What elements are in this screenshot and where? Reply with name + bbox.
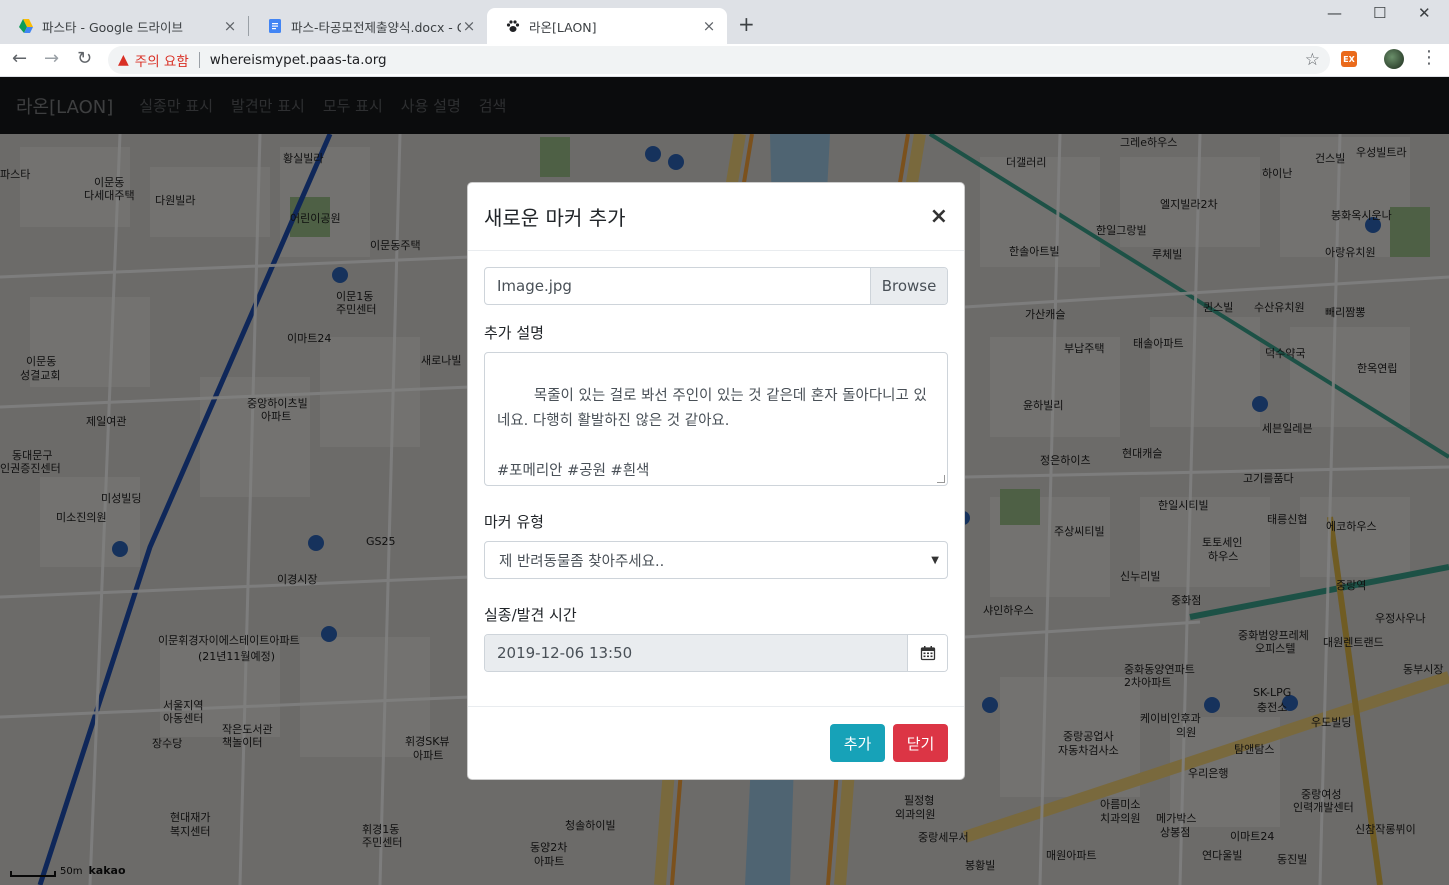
description-label: 추가 설명 [484, 324, 544, 342]
modal-footer: 추가 닫기 [468, 706, 964, 779]
browse-button[interactable]: Browse [870, 268, 947, 304]
tab-close-icon[interactable]: × [461, 17, 477, 35]
close-button[interactable]: 닫기 [893, 724, 948, 762]
marker-type-selected: 제 반려동물좀 찾아주세요.. [499, 553, 665, 570]
tab-google-drive[interactable]: 파스타 - Google 드라이브 × [0, 8, 248, 44]
minimize-button[interactable]: — [1327, 4, 1342, 22]
paw-icon [506, 20, 520, 32]
tab-title: 라온[LAON] [529, 19, 597, 35]
warning-icon: ▲ [118, 52, 129, 68]
forward-button[interactable]: → [44, 49, 59, 69]
calendar-icon [920, 646, 935, 661]
reload-button[interactable]: ↻ [77, 49, 92, 69]
security-warning[interactable]: 주의 요함 [135, 50, 189, 70]
chevron-down-icon: ▼ [931, 554, 939, 566]
marker-type-label: 마커 유형 [484, 513, 544, 531]
window-close-button[interactable]: ✕ [1418, 4, 1431, 22]
tab-close-icon[interactable]: × [701, 17, 717, 35]
datetime-picker[interactable]: 2019-12-06 13:50 [484, 634, 948, 672]
new-tab-button[interactable]: + [738, 12, 755, 36]
description-text: 목줄이 있는 걸로 봐선 주인이 있는 것 같은데 혼자 돌아다니고 있네요. … [497, 388, 927, 479]
back-button[interactable]: ← [12, 49, 27, 69]
calendar-button[interactable] [907, 635, 947, 671]
bookmark-star-icon[interactable]: ☆ [1305, 50, 1320, 70]
address-bar[interactable]: ▲ 주의 요함 whereismypet.paas-ta.org ☆ [108, 46, 1330, 74]
extension-icon[interactable]: EX [1341, 51, 1357, 67]
modal-title: 새로운 마커 추가 [484, 206, 626, 230]
google-docs-icon [269, 19, 281, 33]
resize-handle[interactable] [937, 475, 945, 483]
marker-type-select[interactable]: 제 반려동물좀 찾아주세요.. ▼ [484, 541, 948, 579]
tab-google-docs[interactable]: 파스-타공모전제출양식.docx - G × [249, 8, 487, 44]
modal-body: Image.jpg Browse 추가 설명 목줄이 있는 걸로 봐선 주인이 … [468, 251, 964, 672]
time-label: 실종/발견 시간 [484, 606, 577, 624]
file-name[interactable]: Image.jpg [485, 268, 870, 304]
browser-menu-icon[interactable]: ⋮ [1420, 47, 1438, 68]
maximize-button[interactable]: ☐ [1373, 4, 1386, 22]
modal-header: 새로운 마커 추가 × [468, 183, 964, 251]
google-drive-icon [19, 19, 33, 33]
tab-close-icon[interactable]: × [222, 17, 238, 35]
profile-avatar[interactable] [1384, 49, 1404, 69]
url-text[interactable]: whereismypet.paas-ta.org [210, 52, 387, 68]
file-input[interactable]: Image.jpg Browse [484, 267, 948, 305]
browser-toolbar: ← → ↻ ▲ 주의 요함 whereismypet.paas-ta.org ☆… [0, 44, 1449, 76]
description-textarea[interactable]: 목줄이 있는 걸로 봐선 주인이 있는 것 같은데 혼자 돌아다니고 있네요. … [484, 352, 948, 486]
url-divider [198, 52, 200, 68]
page-content: 파스타 이문동 다세대주택 다원빌라 황실빌라 어린이공원 이문동주택 이문1동… [0, 77, 1449, 885]
close-icon[interactable]: × [930, 205, 948, 228]
datetime-input[interactable]: 2019-12-06 13:50 [485, 635, 907, 671]
tab-strip: 파스타 - Google 드라이브 × 파스-타공모전제출양식.docx - G… [0, 0, 1449, 44]
tab-title: 파스타 - Google 드라이브 [42, 19, 184, 35]
add-button[interactable]: 추가 [830, 724, 885, 762]
add-marker-modal: 새로운 마커 추가 × Image.jpg Browse 추가 설명 목줄이 있… [467, 182, 965, 780]
tab-title: 파스-타공모전제출양식.docx - G [291, 19, 461, 35]
tab-laon[interactable]: 라온[LAON] × [487, 8, 727, 44]
